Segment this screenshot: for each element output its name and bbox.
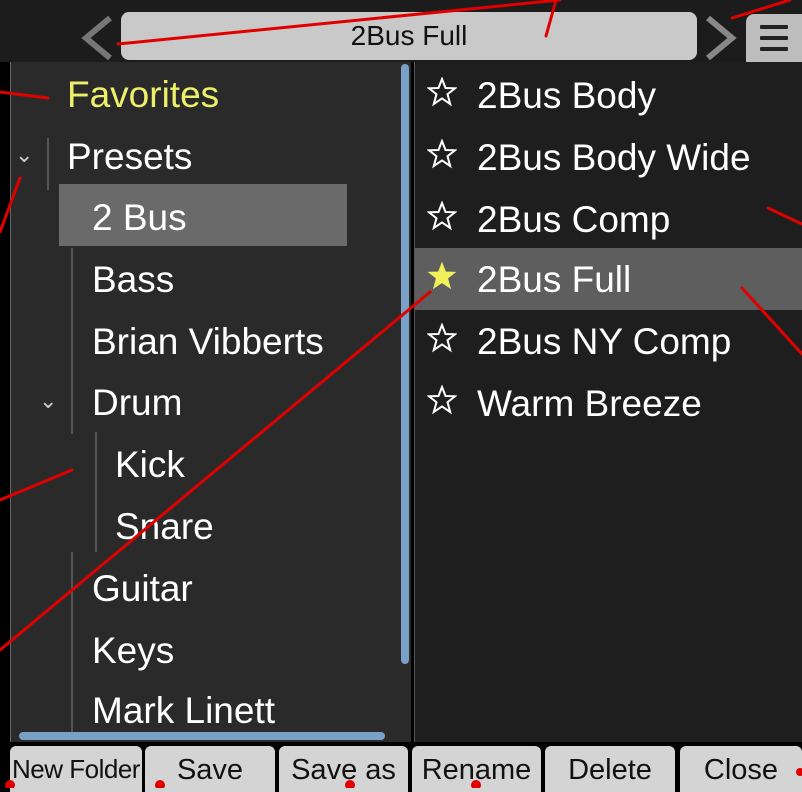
tree-item-favorites[interactable]: Favorites [67,76,219,113]
chevron-right-icon [706,15,737,61]
close-button[interactable]: Close [680,746,802,792]
preset-row[interactable]: 2Bus Body [415,64,802,126]
preset-name: 2Bus Full [477,259,632,300]
tree-item-drum[interactable]: Drum [92,384,182,421]
star-outline-icon[interactable] [427,201,457,231]
preset-browser-header: 2Bus Full [0,0,802,62]
preset-list-panel[interactable]: 2Bus Body 2Bus Body Wide 2Bus Comp 2Bus … [414,62,802,742]
tree-item-keys[interactable]: Keys [92,632,174,669]
tree-item-mark-linett[interactable]: Mark Linett [92,692,275,729]
star-outline-icon[interactable] [427,385,457,415]
tree-guide-line [71,248,73,434]
preset-row[interactable]: 2Bus Body Wide [415,126,802,188]
tree-guide-line [71,552,73,732]
tree-item-brian-vibberts[interactable]: Brian Vibberts [92,323,324,360]
previous-preset-button[interactable] [76,14,116,62]
star-outline-icon[interactable] [427,139,457,169]
tree-item-bass[interactable]: Bass [92,261,174,298]
tree-item-guitar[interactable]: Guitar [92,570,193,607]
delete-button[interactable]: Delete [545,746,675,792]
tree-guide-line [95,432,97,552]
star-outline-icon[interactable] [427,323,457,353]
tree-guide-line [47,138,49,190]
preset-name: Warm Breeze [477,383,702,424]
preset-row-selected[interactable]: 2Bus Full [415,248,802,310]
tree-item-presets[interactable]: Presets [67,138,192,175]
tree-item-snare[interactable]: Snare [115,508,214,545]
tree-item-kick[interactable]: Kick [115,446,185,483]
tree-item-2-bus[interactable]: 2 Bus [92,199,187,236]
hamburger-icon [760,25,788,51]
preset-row[interactable]: 2Bus NY Comp [415,310,802,372]
preset-name: 2Bus Body Wide [477,137,751,178]
preset-name: 2Bus Comp [477,199,671,240]
folder-tree-panel[interactable]: Favorites ⌄ Presets 2 Bus Bass Brian Vib… [10,62,411,742]
menu-button[interactable] [746,14,802,62]
tree-vertical-scrollbar[interactable] [401,64,409,664]
current-preset-title[interactable]: 2Bus Full [121,12,697,60]
save-as-button[interactable]: Save as [279,746,408,792]
chevron-down-icon[interactable]: ⌄ [15,142,33,168]
rename-button[interactable]: Rename [412,746,541,792]
preset-row[interactable]: 2Bus Comp [415,188,802,250]
preset-name: 2Bus NY Comp [477,321,732,362]
preset-row[interactable]: Warm Breeze [415,372,802,434]
preset-name: 2Bus Body [477,75,656,116]
chevron-down-icon[interactable]: ⌄ [39,388,57,414]
current-preset-name: 2Bus Full [350,20,468,51]
save-button[interactable]: Save [145,746,275,792]
star-filled-icon[interactable] [427,261,457,291]
next-preset-button[interactable] [702,14,742,62]
tree-horizontal-scrollbar[interactable] [19,732,385,740]
chevron-left-icon [81,15,112,61]
action-button-bar: New Folder Save Save as Rename Delete Cl… [0,742,802,792]
new-folder-button[interactable]: New Folder [10,746,142,792]
star-outline-icon[interactable] [427,77,457,107]
